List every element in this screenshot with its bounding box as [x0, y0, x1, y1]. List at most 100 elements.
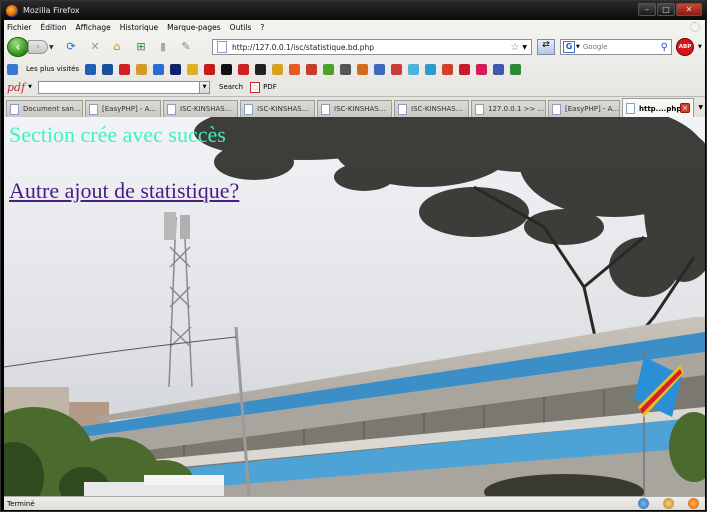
tab-localhost[interactable]: 127.0.0.1 >> ...	[471, 100, 546, 117]
tab-easyphp-2[interactable]: [EasyPHP] - A...	[548, 100, 620, 117]
menu-help[interactable]: ?	[260, 23, 264, 32]
stats-icon[interactable]: ▮	[156, 40, 170, 54]
pdf-search-button[interactable]: Search	[219, 83, 243, 91]
window-controls: – □ ✕	[638, 3, 702, 16]
google-engine-icon[interactable]: G	[563, 41, 575, 53]
bookmark-9-icon[interactable]	[221, 63, 233, 75]
most-visited-label[interactable]: Les plus visités	[26, 65, 79, 73]
tab-isc-kinshasa-2[interactable]: ISC-KINSHAS...	[240, 100, 315, 117]
sync-icon[interactable]	[638, 498, 649, 509]
menu-edit[interactable]: Édition	[41, 23, 67, 32]
tab-label: http....php	[639, 104, 682, 113]
tab-active-page[interactable]: http....php ×	[622, 98, 694, 118]
menu-tools[interactable]: Outils	[230, 23, 252, 32]
bookmark-26-icon[interactable]	[510, 63, 522, 75]
page-favicon-icon	[217, 41, 227, 53]
pdf-dropdown-icon[interactable]: ▼	[28, 84, 32, 90]
pdf-convert-button[interactable]: ⬚ PDF	[250, 81, 277, 93]
firefox-status-icon[interactable]	[688, 498, 699, 509]
bookmark-1-icon[interactable]	[85, 63, 97, 75]
bookmark-2-icon[interactable]	[102, 63, 114, 75]
most-visited-icon	[7, 63, 18, 75]
addon-icon[interactable]: ✎	[179, 40, 193, 54]
bookmark-25-icon[interactable]	[493, 63, 505, 75]
search-bar[interactable]: G ▼ ⚲	[560, 39, 672, 55]
navigation-toolbar: ‹ › ▼ ⟳ ✕ ⌂ ⊞ ▮ ✎ http://127.0.0.1/isc/s…	[4, 34, 705, 60]
bookmark-star-icon[interactable]: ☆	[510, 42, 519, 53]
tab-label: ISC-KINSHAS...	[334, 105, 386, 113]
tab-list-dropdown-icon[interactable]: ▼	[698, 104, 703, 111]
tab-isc-kinshasa-1[interactable]: ISC-KINSHAS...	[163, 100, 238, 117]
bookmark-19-icon[interactable]	[391, 63, 403, 75]
history-dropdown-icon[interactable]: ▼	[49, 44, 54, 51]
bookmark-23-icon[interactable]	[459, 63, 471, 75]
reload-icon[interactable]: ⟳	[64, 40, 78, 54]
bookmark-24-icon[interactable]	[476, 63, 488, 75]
pdf-logo[interactable]: pdf	[7, 81, 25, 94]
pdf-input-dropdown-icon[interactable]: ▼	[200, 80, 211, 94]
bookmarks-toolbar: Les plus visités	[4, 60, 705, 78]
menu-view[interactable]: Affichage	[75, 23, 110, 32]
tab-favicon-icon	[398, 103, 407, 115]
bookmark-14-icon[interactable]	[306, 63, 318, 75]
tab-isc-kinshasa-4[interactable]: ISC-KINSHAS...	[394, 100, 469, 117]
maximize-button[interactable]: □	[657, 3, 675, 16]
tab-label: Document san...	[23, 105, 81, 113]
bookmark-icons-group	[85, 63, 527, 75]
menu-bookmarks[interactable]: Marque-pages	[167, 23, 221, 32]
tab-isc-kinshasa-3[interactable]: ISC-KINSHAS...	[317, 100, 392, 117]
bookmark-21-icon[interactable]	[425, 63, 437, 75]
tab-label: ISC-KINSHAS...	[257, 105, 309, 113]
bookmark-18-icon[interactable]	[374, 63, 386, 75]
search-icon[interactable]: ⚲	[661, 42, 668, 53]
bookmark-13-icon[interactable]	[289, 63, 301, 75]
search-input[interactable]	[582, 43, 653, 51]
adblock-plus-icon[interactable]: ABP	[676, 38, 694, 56]
pdf-search-input[interactable]	[38, 80, 201, 94]
add-another-statistic-link[interactable]: Autre ajout de statistique?	[9, 178, 239, 204]
address-bar[interactable]: http://127.0.0.1/isc/statistique.bd.php …	[212, 39, 532, 55]
bookmark-3-icon[interactable]	[119, 63, 131, 75]
bookmark-10-icon[interactable]	[238, 63, 250, 75]
tab-easyphp-1[interactable]: [EasyPHP] - A...	[85, 100, 161, 117]
stop-icon[interactable]: ✕	[88, 40, 102, 54]
status-text: Terminé	[7, 499, 35, 508]
tab-document-sans-titre[interactable]: Document san...	[6, 100, 83, 117]
bookmark-22-icon[interactable]	[442, 63, 454, 75]
url-dropdown-icon[interactable]: ▼	[522, 44, 527, 51]
pdf-convert-label: PDF	[263, 83, 277, 91]
page-content: Section crée avec succès Autre ajout de …	[4, 117, 705, 496]
browser-chrome: Fichier Édition Affichage Historique Mar…	[4, 20, 705, 118]
firefox-logo-icon	[6, 4, 18, 17]
browser-window: Mozilla Firefox – □ ✕ Fichier Édition Af…	[0, 0, 707, 512]
addon-status-icon[interactable]	[663, 498, 674, 509]
bookmark-17-icon[interactable]	[357, 63, 369, 75]
new-tab-icon[interactable]: ⊞	[134, 40, 148, 54]
bookmark-8-icon[interactable]	[204, 63, 216, 75]
bookmark-4-icon[interactable]	[136, 63, 148, 75]
bookmark-16-icon[interactable]	[340, 63, 352, 75]
bookmark-20-icon[interactable]	[408, 63, 420, 75]
tab-favicon-icon	[89, 103, 98, 115]
bookmark-5-icon[interactable]	[153, 63, 165, 75]
forward-button[interactable]: ›	[28, 40, 48, 54]
back-button[interactable]: ‹	[7, 37, 29, 57]
minimize-button[interactable]: –	[638, 3, 656, 16]
bookmark-7-icon[interactable]	[187, 63, 199, 75]
bookmark-6-icon[interactable]	[170, 63, 182, 75]
adblock-dropdown-icon[interactable]: ▼	[698, 44, 702, 50]
engine-dropdown-icon[interactable]: ▼	[576, 44, 580, 50]
bookmark-15-icon[interactable]	[323, 63, 335, 75]
menu-file[interactable]: Fichier	[7, 23, 32, 32]
bookmark-12-icon[interactable]	[272, 63, 284, 75]
close-window-button[interactable]: ✕	[676, 3, 702, 16]
url-text[interactable]: http://127.0.0.1/isc/statistique.bd.php	[232, 43, 510, 52]
tab-favicon-icon	[552, 103, 561, 115]
bookmark-11-icon[interactable]	[255, 63, 267, 75]
menu-history[interactable]: Historique	[120, 23, 158, 32]
close-tab-icon[interactable]: ×	[680, 103, 690, 113]
home-icon[interactable]: ⌂	[110, 40, 124, 54]
tab-favicon-icon	[321, 103, 330, 115]
feed-icon[interactable]: ⇄	[537, 39, 555, 55]
tab-label: ISC-KINSHAS...	[411, 105, 463, 113]
